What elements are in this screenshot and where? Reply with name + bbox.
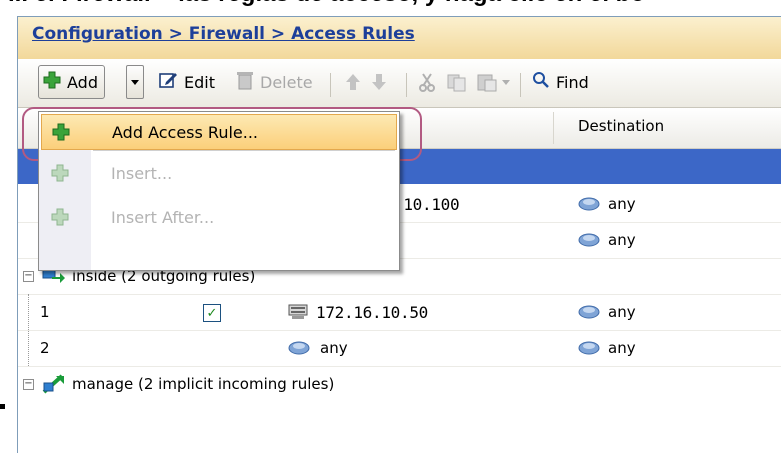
menu-separator [93, 150, 395, 151]
copy-icon [447, 74, 466, 92]
paste-icon [477, 74, 497, 92]
menu-item-label: Insert After... [111, 207, 215, 227]
arrow-down-icon [372, 74, 386, 90]
destination-cell: any [578, 222, 636, 258]
clipped-heading: ... el Firewall > las reglas de acceso, … [8, 0, 645, 8]
list-bullet [0, 404, 5, 409]
add-button[interactable]: Add [38, 65, 105, 99]
arrow-up-icon [346, 74, 360, 90]
network-any-icon [578, 305, 600, 319]
source-cell: any [288, 330, 348, 366]
column-divider [553, 112, 554, 144]
plus-icon [52, 123, 70, 141]
copy-button[interactable] [446, 69, 468, 95]
menu-item-label: Insert... [111, 163, 173, 183]
move-up-button[interactable] [344, 69, 362, 95]
table-row[interactable]: 2 any any [18, 330, 781, 366]
edit-label: Edit [184, 72, 215, 92]
collapse-toggle[interactable]: − [23, 271, 34, 282]
find-label: Find [556, 72, 589, 92]
search-icon [532, 71, 550, 93]
interface-manage-icon [42, 374, 64, 394]
network-any-icon [288, 341, 310, 355]
chevron-down-icon [131, 79, 139, 85]
edit-icon [158, 70, 178, 94]
move-down-button[interactable] [370, 69, 388, 95]
group-label: manage (2 implicit incoming rules) [42, 366, 334, 402]
rule-enabled-checkbox[interactable]: ✓ [203, 304, 221, 322]
toolbar-separator [330, 73, 331, 97]
group-row-manage[interactable]: − manage (2 implicit incoming rules) [18, 366, 781, 402]
network-any-icon [578, 197, 600, 211]
network-any-icon [578, 233, 600, 247]
destination-value: any [608, 339, 636, 357]
add-dropdown-arrow[interactable] [126, 65, 144, 99]
cut-button[interactable] [418, 69, 436, 95]
chevron-down-icon [502, 79, 510, 85]
find-button[interactable]: Find [532, 69, 589, 95]
add-dropdown-menu: Add Access Rule... Insert... Insert Afte… [38, 111, 400, 271]
source-value: any [320, 339, 348, 357]
destination-cell: any [578, 330, 636, 366]
destination-value: any [608, 195, 636, 213]
paste-button[interactable] [476, 69, 498, 95]
plus-icon [43, 71, 61, 93]
menu-item-insert[interactable]: Insert... [41, 156, 397, 190]
toolbar-separator [406, 73, 407, 97]
trash-icon [236, 70, 254, 94]
host-icon [288, 304, 308, 319]
rule-number: 1 [40, 303, 50, 321]
add-label: Add [67, 72, 98, 92]
paste-dropdown-arrow[interactable] [502, 69, 510, 95]
delete-button[interactable]: Delete [236, 69, 313, 95]
menu-item-insert-after[interactable]: Insert After... [41, 200, 397, 234]
source-cell: .10.100 [394, 194, 460, 214]
breadcrumb[interactable]: Configuration > Firewall > Access Rules [32, 24, 415, 44]
delete-label: Delete [260, 72, 313, 92]
scissors-icon [419, 73, 435, 92]
rule-number: 2 [40, 339, 50, 357]
breadcrumb-bar: Configuration > Firewall > Access Rules [18, 17, 781, 59]
insert-after-icon [51, 208, 69, 226]
menu-item-label: Add Access Rule... [112, 122, 259, 142]
destination-cell: any [578, 186, 636, 222]
insert-icon [51, 164, 69, 182]
edit-button[interactable]: Edit [158, 69, 215, 95]
network-any-icon [578, 341, 600, 355]
group-manage-label: manage (2 implicit incoming rules) [72, 375, 335, 393]
menu-item-add-access-rule[interactable]: Add Access Rule... [41, 114, 397, 150]
table-row[interactable]: 1 ✓ 172.16.10.50 any [18, 294, 781, 330]
column-header-destination[interactable]: Destination [578, 117, 664, 135]
source-value: 172.16.10.50 [316, 302, 428, 322]
source-cell: 172.16.10.50 [288, 294, 428, 330]
toolbar-separator [520, 73, 521, 97]
collapse-toggle[interactable]: − [23, 379, 34, 390]
destination-value: any [608, 303, 636, 321]
toolbar: Add Edit Delete Find [18, 59, 781, 108]
destination-cell: any [578, 294, 636, 330]
destination-value: any [608, 231, 636, 249]
